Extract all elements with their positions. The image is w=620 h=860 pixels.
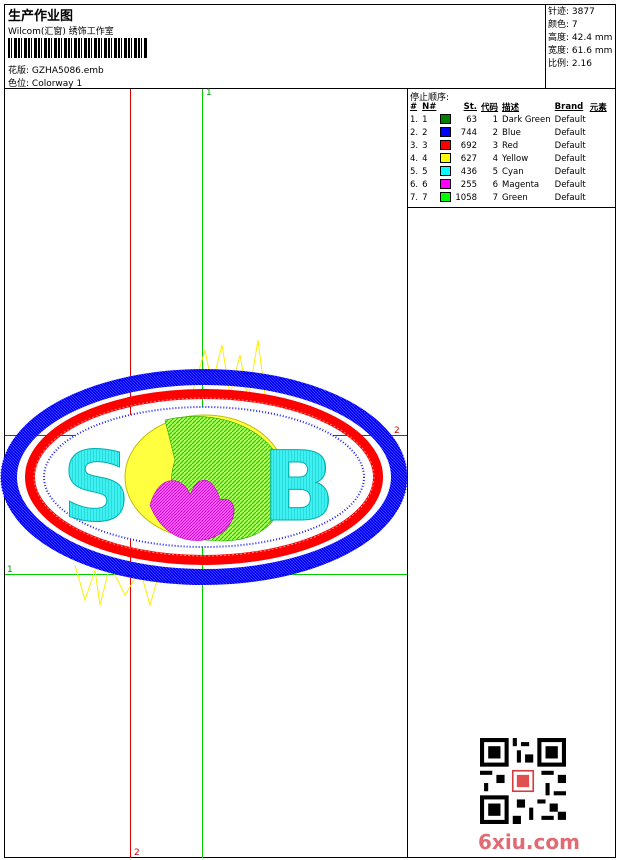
row-num: 3. — [410, 140, 419, 151]
color-swatch — [440, 166, 452, 177]
row-stitches: 744 — [460, 127, 478, 138]
row-code: 2 — [492, 127, 499, 138]
row-n: 3 — [422, 140, 428, 151]
stats-panel: 针迹: 3877 颜色: 7 高度: 42.4 mm 宽度: 61.6 mm 比… — [548, 6, 612, 71]
row-element — [588, 152, 609, 165]
color-swatch — [440, 179, 452, 190]
header-divider — [4, 88, 616, 89]
row-num: 2. — [410, 127, 419, 138]
row-element — [588, 126, 609, 139]
stats-divider — [545, 4, 546, 88]
row-swatch — [438, 139, 453, 152]
row-swatch — [438, 113, 453, 126]
guide-label-red-v: 2 — [134, 848, 140, 858]
thread-row: 3. 3 692 3 Red Default — [408, 139, 609, 152]
guide-label-green-h: 1 — [7, 565, 13, 575]
thread-table: # N# St. 代码 描述 Brand 元素 1. 1 63 1 Dark Green… — [408, 100, 609, 204]
row-swatch — [438, 165, 453, 178]
stat-colors: 颜色: 7 — [548, 20, 578, 30]
row-code: 5 — [492, 166, 499, 177]
qr-code — [480, 738, 566, 824]
row-element — [588, 165, 609, 178]
guide-green-vertical — [202, 89, 203, 858]
row-swatch — [438, 152, 453, 165]
stat-scale: 比例: 2.16 — [548, 59, 592, 69]
color-swatch — [440, 153, 452, 164]
watermark: 6xiu.com — [478, 830, 580, 854]
stat-stitches: 针迹: 3877 — [548, 7, 595, 17]
row-desc: Green — [502, 192, 528, 203]
guide-label-green-v: 1 — [206, 88, 212, 98]
guide-red-vertical — [130, 89, 131, 858]
row-code: 4 — [492, 153, 499, 164]
row-code: 1 — [492, 114, 499, 125]
row-brand: Default — [554, 114, 586, 125]
guide-green-horizontal — [5, 574, 407, 575]
row-stitches: 255 — [460, 179, 478, 190]
colorway: 色位: Colorway 1 — [8, 79, 83, 89]
row-desc: Cyan — [502, 166, 524, 177]
row-stitches: 63 — [466, 114, 478, 125]
row-brand: Default — [554, 140, 586, 151]
row-desc: Dark Green — [502, 114, 551, 125]
row-swatch — [438, 191, 453, 204]
color-swatch — [440, 114, 452, 125]
row-swatch — [438, 178, 453, 191]
row-n: 6 — [422, 179, 428, 190]
color-swatch — [440, 127, 452, 138]
row-brand: Default — [554, 179, 586, 190]
stat-height: 高度: 42.4 mm — [548, 33, 613, 43]
row-code: 7 — [492, 192, 499, 203]
row-desc: Yellow — [502, 153, 529, 164]
page-title: 生产作业图 — [8, 9, 74, 24]
row-brand: Default — [554, 192, 586, 203]
row-code: 3 — [492, 140, 499, 151]
row-n: 1 — [422, 114, 428, 125]
row-num: 6. — [410, 179, 419, 190]
barcode — [8, 38, 148, 58]
thread-row: 6. 6 255 6 Magenta Default — [408, 178, 609, 191]
row-element — [588, 139, 609, 152]
row-desc: Red — [502, 140, 519, 151]
row-desc: Magenta — [502, 179, 540, 190]
guide-label-red-h: 2 — [394, 426, 400, 436]
thread-row: 1. 1 63 1 Dark Green Default — [408, 113, 609, 126]
row-n: 4 — [422, 153, 428, 164]
company-name: Wilcom(汇窗) 绣饰工作室 — [8, 27, 114, 37]
row-code: 6 — [492, 179, 499, 190]
row-element — [588, 113, 609, 126]
thread-row: 2. 2 744 2 Blue Default — [408, 126, 609, 139]
row-stitches: 692 — [460, 140, 478, 151]
row-n: 7 — [422, 192, 428, 203]
row-brand: Default — [554, 153, 586, 164]
guide-red-horizontal — [5, 435, 407, 436]
thread-row: 4. 4 627 4 Yellow Default — [408, 152, 609, 165]
row-brand: Default — [554, 166, 586, 177]
row-num: 4. — [410, 153, 419, 164]
row-swatch — [438, 126, 453, 139]
table-header: # N# St. 代码 描述 Brand 元素 — [410, 101, 607, 113]
row-n: 2 — [422, 127, 428, 138]
thread-row: 5. 5 436 5 Cyan Default — [408, 165, 609, 178]
row-num: 1. — [410, 114, 419, 125]
row-brand: Default — [554, 127, 586, 138]
row-element — [588, 191, 609, 204]
row-n: 5 — [422, 166, 428, 177]
stat-width: 宽度: 61.6 mm — [548, 46, 613, 56]
row-stitches: 1058 — [455, 192, 478, 203]
row-element — [588, 178, 609, 191]
row-num: 5. — [410, 166, 419, 177]
thread-row: 7. 7 1058 7 Green Default — [408, 191, 609, 204]
row-num: 7. — [410, 192, 419, 203]
design-file: 花版: GZHA5086.emb — [8, 66, 104, 76]
color-swatch — [440, 140, 452, 151]
row-stitches: 436 — [460, 166, 478, 177]
table-bottom — [407, 207, 616, 208]
row-stitches: 627 — [460, 153, 478, 164]
color-swatch — [440, 192, 452, 203]
row-desc: Blue — [502, 127, 521, 138]
